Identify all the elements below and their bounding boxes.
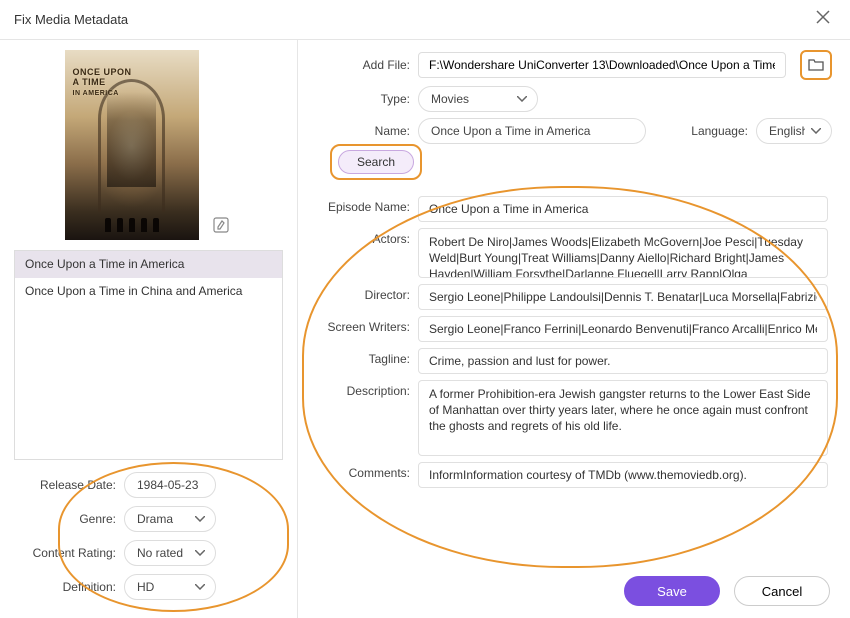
screen-writers-input[interactable] bbox=[418, 316, 828, 342]
content-rating-label: Content Rating: bbox=[16, 546, 116, 560]
definition-label: Definition: bbox=[16, 580, 116, 594]
description-input[interactable] bbox=[418, 380, 828, 456]
left-panel: ONCE UPON A TIME IN AMERICA Once Upon a … bbox=[0, 40, 298, 618]
main-content: ONCE UPON A TIME IN AMERICA Once Upon a … bbox=[0, 40, 850, 618]
browse-folder-button[interactable] bbox=[800, 50, 832, 80]
poster-title-line3: IN AMERICA bbox=[73, 90, 119, 97]
definition-select[interactable]: HD bbox=[124, 574, 216, 600]
comments-label: Comments: bbox=[304, 462, 410, 480]
close-icon[interactable] bbox=[810, 8, 836, 31]
comments-input[interactable] bbox=[418, 462, 828, 488]
type-label: Type: bbox=[304, 92, 410, 106]
tagline-input[interactable] bbox=[418, 348, 828, 374]
actors-label: Actors: bbox=[304, 228, 410, 246]
window-title: Fix Media Metadata bbox=[14, 12, 128, 27]
tagline-label: Tagline: bbox=[304, 348, 410, 366]
director-label: Director: bbox=[304, 284, 410, 302]
footer-buttons: Save Cancel bbox=[304, 570, 832, 606]
name-input[interactable] bbox=[418, 118, 646, 144]
episode-name-label: Episode Name: bbox=[304, 196, 410, 214]
screen-writers-label: Screen Writers: bbox=[304, 316, 410, 334]
movie-poster: ONCE UPON A TIME IN AMERICA bbox=[65, 50, 199, 240]
type-select[interactable]: Movies bbox=[418, 86, 538, 112]
lower-form: Release Date: Genre: Drama Content Ratin… bbox=[14, 464, 283, 608]
list-item[interactable]: Once Upon a Time in America bbox=[15, 251, 282, 278]
poster-title-line2: A TIME bbox=[73, 77, 106, 87]
details-section: Episode Name: Actors: Director: Screen W… bbox=[304, 186, 832, 564]
window-header: Fix Media Metadata bbox=[0, 0, 850, 40]
content-rating-select[interactable]: No rated bbox=[124, 540, 216, 566]
director-input[interactable] bbox=[418, 284, 828, 310]
add-file-label: Add File: bbox=[304, 58, 410, 72]
description-label: Description: bbox=[304, 380, 410, 398]
release-date-input[interactable] bbox=[124, 472, 216, 498]
language-label: Language: bbox=[691, 124, 748, 138]
top-form: Add File: Type: Movies Name: Language: E… bbox=[304, 50, 832, 180]
save-button[interactable]: Save bbox=[624, 576, 720, 606]
genre-select[interactable]: Drama bbox=[124, 506, 216, 532]
language-select[interactable]: English bbox=[756, 118, 832, 144]
folder-icon bbox=[808, 58, 824, 72]
poster-section: ONCE UPON A TIME IN AMERICA bbox=[14, 50, 283, 240]
add-file-input[interactable] bbox=[418, 52, 786, 78]
actors-input[interactable] bbox=[418, 228, 828, 278]
poster-title-line1: ONCE UPON bbox=[73, 67, 132, 77]
episode-name-input[interactable] bbox=[418, 196, 828, 222]
name-label: Name: bbox=[304, 124, 410, 138]
edit-poster-icon[interactable] bbox=[209, 213, 233, 240]
right-panel: Add File: Type: Movies Name: Language: E… bbox=[298, 40, 850, 618]
release-date-label: Release Date: bbox=[16, 478, 116, 492]
list-item[interactable]: Once Upon a Time in China and America bbox=[15, 278, 282, 305]
genre-label: Genre: bbox=[16, 512, 116, 526]
cancel-button[interactable]: Cancel bbox=[734, 576, 830, 606]
search-button[interactable]: Search bbox=[338, 150, 414, 174]
search-results-list: Once Upon a Time in America Once Upon a … bbox=[14, 250, 283, 460]
